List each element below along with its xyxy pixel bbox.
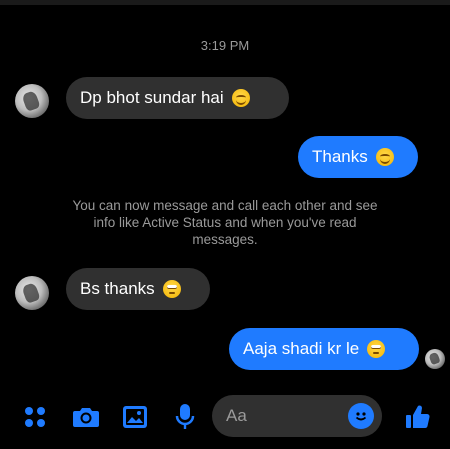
message-text: Dp bhot sundar hai: [80, 88, 224, 107]
smiling-face-icon: [231, 89, 250, 107]
thumbs-up-icon[interactable]: [401, 392, 435, 442]
incoming-message-bubble[interactable]: Bs thanks: [66, 268, 210, 310]
eye-roll-face-icon: [162, 280, 181, 298]
incoming-message-bubble[interactable]: Dp bhot sundar hai: [66, 77, 289, 119]
message-composer: [0, 392, 450, 442]
message-timestamp: 3:19 PM: [200, 38, 250, 53]
emoji-icon[interactable]: [348, 403, 374, 429]
connection-info-text: You can now message and call each other …: [72, 198, 378, 247]
apps-icon[interactable]: [18, 392, 52, 442]
contact-avatar[interactable]: [15, 276, 49, 310]
message-text: Bs thanks: [80, 279, 155, 298]
eye-roll-face-icon: [367, 340, 386, 358]
message-input-field[interactable]: [212, 395, 382, 437]
smiling-face-icon: [375, 148, 394, 166]
read-receipt-avatar: [425, 349, 445, 369]
outgoing-message-bubble[interactable]: Thanks: [298, 136, 418, 178]
camera-icon[interactable]: [69, 392, 103, 442]
message-text: Thanks: [312, 147, 368, 166]
microphone-icon[interactable]: [168, 392, 202, 442]
message-input[interactable]: [226, 406, 346, 426]
outgoing-message-bubble[interactable]: Aaja shadi kr le: [229, 328, 419, 370]
gallery-icon[interactable]: [118, 392, 152, 442]
status-bar-strip: [0, 0, 450, 5]
contact-avatar[interactable]: [15, 84, 49, 118]
message-text: Aaja shadi kr le: [243, 339, 360, 358]
